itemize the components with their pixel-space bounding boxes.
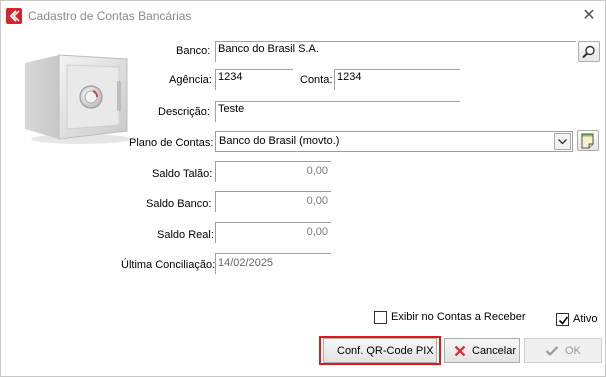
window-title: Cadastro de Contas Bancárias — [28, 9, 192, 23]
saldo-talao-field[interactable]: 0,00 — [215, 161, 331, 182]
descricao-label: Descrição: — [158, 106, 210, 118]
banco-search-button[interactable] — [578, 41, 600, 62]
cancelar-button[interactable]: Cancelar — [444, 338, 520, 363]
ativo-box[interactable] — [556, 313, 569, 326]
close-icon: ✕ — [582, 7, 596, 24]
title-bar: Cadastro de Contas Bancárias ✕ — [1, 1, 605, 31]
close-button[interactable]: ✕ — [579, 6, 599, 26]
safe-icon — [21, 53, 133, 148]
check-icon — [545, 346, 559, 357]
plano-contas-select[interactable]: Banco do Brasil (movto.) — [215, 131, 573, 152]
cancelar-label: Cancelar — [472, 345, 517, 357]
plano-contas-note-button[interactable] — [577, 130, 599, 151]
banco-field[interactable]: Banco do Brasil S.A. — [215, 41, 576, 62]
saldo-banco-field[interactable]: 0,00 — [215, 191, 331, 212]
app-logo-icon — [6, 8, 22, 24]
conta-label: Conta: — [300, 74, 333, 86]
saldo-real-field[interactable]: 0,00 — [215, 222, 331, 243]
ultima-conciliacao-field[interactable]: 14/02/2025 — [215, 253, 331, 274]
x-icon — [454, 345, 466, 357]
ativo-checkbox[interactable]: Ativo — [556, 312, 602, 328]
search-icon — [582, 45, 595, 59]
ok-label: OK — [565, 345, 581, 357]
banco-label: Banco: — [176, 45, 211, 57]
exibir-contas-receber-box[interactable] — [374, 311, 387, 324]
ativo-label: Ativo — [573, 313, 598, 325]
dialog-window: Cadastro de Contas Bancárias ✕ Banco: Ba… — [0, 0, 606, 377]
agencia-field[interactable]: 1234 — [215, 69, 293, 90]
highlight-box — [319, 336, 441, 365]
descricao-field[interactable]: Teste — [215, 101, 460, 122]
saldo-real-label: Saldo Real: — [157, 229, 214, 241]
exibir-contas-receber-checkbox[interactable]: Exibir no Contas a Receber — [374, 310, 526, 326]
plano-contas-value: Banco do Brasil (movto.) — [219, 135, 340, 147]
check-icon — [558, 316, 569, 325]
exibir-contas-receber-label: Exibir no Contas a Receber — [391, 311, 526, 323]
ok-button[interactable]: OK — [524, 338, 602, 363]
saldo-banco-label: Saldo Banco: — [146, 198, 212, 210]
saldo-talao-label: Saldo Talão: — [152, 168, 213, 180]
chevron-down-icon[interactable] — [554, 133, 571, 150]
ultima-conciliacao-label: Última Conciliação: — [121, 259, 216, 271]
conta-field[interactable]: 1234 — [334, 69, 460, 90]
agencia-label: Agência: — [169, 74, 212, 86]
plano-contas-label: Plano de Contas: — [129, 137, 214, 149]
note-icon — [581, 133, 594, 149]
